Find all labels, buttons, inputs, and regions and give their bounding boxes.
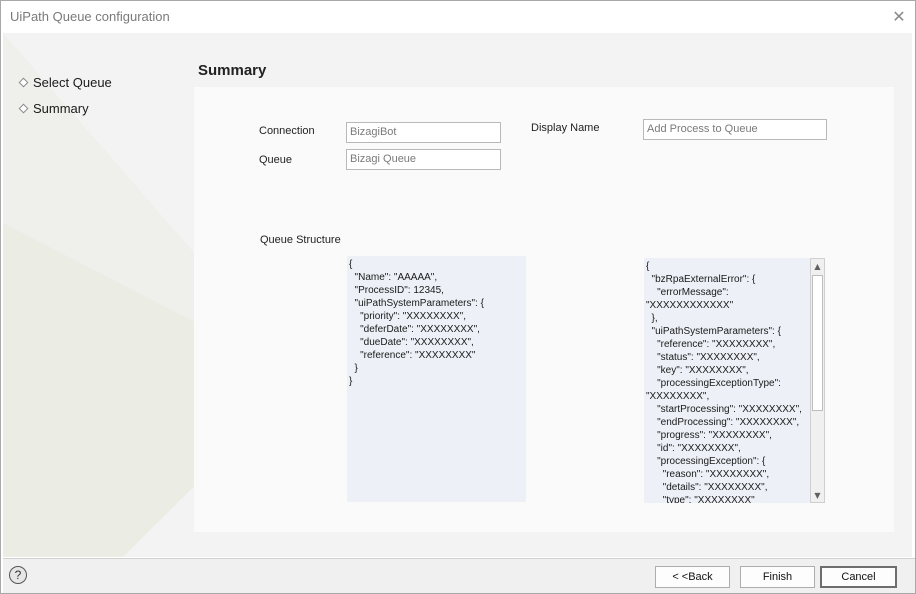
scroll-up-button[interactable]: ▲ [811,259,824,273]
back-button[interactable]: < <Back [655,566,730,588]
connection-label: Connection [259,125,315,137]
step-select-queue[interactable]: Select Queue [17,73,112,91]
cancel-button[interactable]: Cancel [820,566,897,588]
scroll-down-button[interactable]: ▼ [811,488,824,502]
output-json-scrollbar[interactable]: ▲ ▼ [810,258,825,503]
step-summary[interactable]: Summary [17,99,112,117]
wizard-steps: Select Queue Summary [17,73,112,125]
scroll-up-icon: ▲ [814,261,821,271]
section-title: Summary [198,62,267,79]
step-label: Select Queue [33,74,112,90]
title-bar: UiPath Queue configuration ✕ [1,1,915,33]
connection-field[interactable]: BizagiBot [346,122,501,143]
queue-structure-label: Queue Structure [260,234,341,246]
step-label: Summary [33,100,89,116]
close-button[interactable]: ✕ [887,5,911,27]
queue-field[interactable]: Bizagi Queue [346,149,501,170]
display-name-field[interactable]: Add Process to Queue [643,119,827,140]
step-marker-icon [18,103,29,113]
display-name-label: Display Name [531,122,600,134]
input-json-view[interactable]: { "Name": "AAAAA", "ProcessID": 12345, "… [347,256,526,502]
output-json-view[interactable]: { "bzRpaExternalError": { "errorMessage"… [644,258,810,503]
queue-label: Queue [259,154,293,166]
scroll-down-icon: ▼ [814,490,821,500]
window-title: UiPath Queue configuration [10,9,170,24]
scroll-thumb[interactable] [812,275,823,411]
finish-button[interactable]: Finish [740,566,815,588]
dialog-window: UiPath Queue configuration ✕ Select Queu… [0,0,916,594]
step-marker-icon [18,77,29,87]
dialog-footer: ? < <Back Finish Cancel [3,558,915,593]
help-icon[interactable]: ? [9,566,27,584]
close-icon: ✕ [892,6,906,26]
